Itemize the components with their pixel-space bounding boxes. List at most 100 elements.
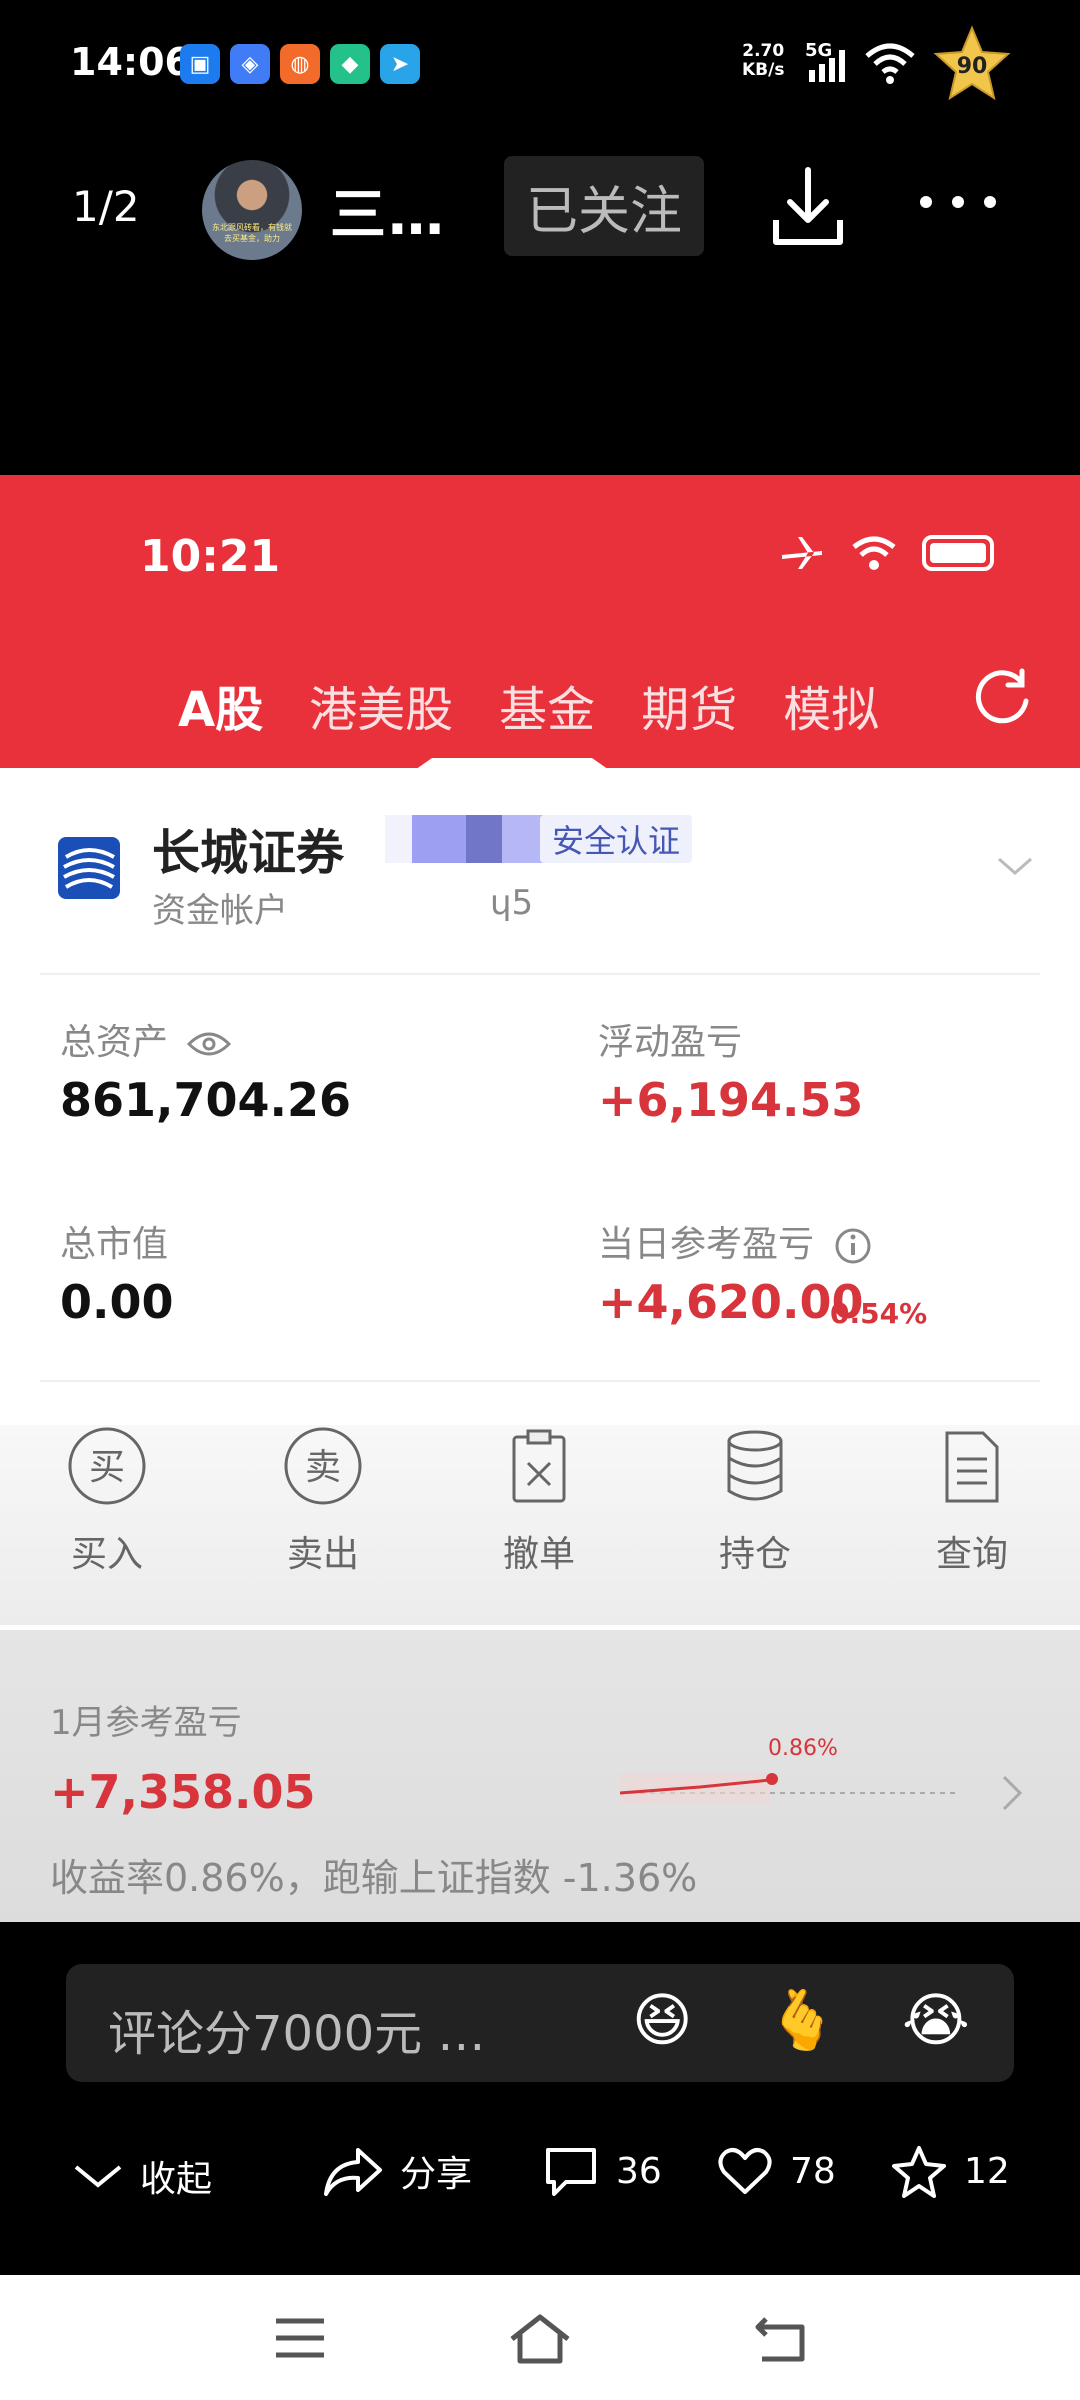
divider (40, 1380, 1040, 1382)
sell-icon: 卖 (284, 1427, 362, 1505)
share-label: 分享 (400, 2154, 473, 2195)
share-icon (324, 2148, 382, 2196)
inner-battery-icon (922, 535, 994, 571)
back-icon[interactable] (752, 2313, 810, 2369)
month-mini-chart: 0.86% (619, 1715, 960, 1819)
home-icon[interactable] (508, 2313, 572, 2369)
inner-wifi-icon (852, 536, 896, 570)
eye-icon (187, 1032, 232, 1056)
inner-status-icons (778, 533, 994, 573)
account-label: 资金帐户 (152, 891, 288, 931)
app-icon-telegram: ➤ (380, 44, 420, 84)
battery-level: 90 (956, 54, 988, 79)
chevron-down-icon[interactable] (995, 855, 1035, 883)
total-assets-label: 总资产 (60, 1013, 232, 1065)
chart-endpoint (766, 1773, 778, 1785)
market-tabs: A股 港美股 基金 期货 模拟 (178, 670, 879, 740)
username[interactable]: 三… (330, 170, 446, 251)
query-button[interactable]: 查询 (902, 1425, 1042, 1577)
comments-button[interactable]: 36 (542, 2144, 662, 2198)
tab-indicator (412, 758, 612, 772)
net-speed: 2.70 KB/s (742, 42, 784, 80)
status-bar: 14:06 ▣ ◈ ◍ ◆ ➤ 2.70 KB/s 5G 90 (0, 0, 1080, 130)
chart-label: 0.86% (768, 1736, 838, 1761)
svg-text:卖: 卖 (305, 1447, 341, 1488)
tab-futures[interactable]: 期货 (641, 670, 737, 740)
app-icon-blue: ▣ (180, 44, 220, 84)
security-badge: 安全认证 (540, 815, 693, 863)
sell-label: 卖出 (286, 1534, 359, 1575)
wifi-icon (863, 40, 917, 90)
status-time: 14:06 (70, 40, 191, 84)
sell-button[interactable]: 卖 卖出 (253, 1425, 393, 1577)
avatar[interactable]: 东北跟风砖看，有钱就去买基金，助力 (202, 160, 302, 260)
broker-header: 10:21 A股 港美股 基金 期货 模拟 (0, 475, 1080, 772)
refresh-icon[interactable] (970, 665, 1034, 733)
tab-a-shares[interactable]: A股 (178, 670, 263, 740)
download-icon[interactable] (768, 162, 848, 256)
redacted-block (385, 815, 565, 863)
finger-heart-emoji-icon[interactable]: 🫰 (766, 1986, 838, 2055)
likes-count: 78 (790, 2150, 836, 2192)
tab-simulation[interactable]: 模拟 (783, 670, 879, 740)
buy-button[interactable]: 买 买入 (37, 1425, 177, 1577)
month-pl-label: 1月参考盈亏 (50, 1703, 242, 1743)
net-speed-unit: KB/s (742, 60, 785, 80)
holdings-icon (727, 1430, 783, 1501)
total-assets-value: 861,704.26 (60, 1073, 352, 1127)
favorite-button[interactable]: 12 (890, 2144, 1010, 2198)
collapse-button[interactable]: 收起 (72, 2150, 212, 2202)
share-button[interactable]: 分享 (322, 2144, 472, 2198)
app-icon-blue2: ◈ (230, 44, 270, 84)
cancel-order-button[interactable]: 撤单 (469, 1425, 609, 1577)
floating-pl-label: 浮动盈亏 (598, 1022, 743, 1063)
daily-pl-percent: 0.54% (830, 1297, 928, 1330)
broker-logo (58, 837, 120, 899)
crying-emoji-icon[interactable]: 😭 (902, 1986, 970, 2054)
avatar-caption: 东北跟风砖看，有钱就去买基金，助力 (212, 223, 292, 243)
inner-status-time: 10:21 (140, 531, 281, 582)
cancel-order-icon (512, 1429, 566, 1503)
airplane-icon (782, 537, 822, 569)
tab-funds[interactable]: 基金 (499, 670, 595, 740)
market-value-value: 0.00 (60, 1275, 174, 1329)
broker-name: 长城证券 (152, 825, 345, 881)
collapse-label: 收起 (140, 2159, 213, 2200)
month-pl-description: 收益率0.86%，跑输上证指数 -1.36% (50, 1856, 698, 1900)
heart-icon (718, 2148, 772, 2194)
favorites-count: 12 (964, 2150, 1010, 2192)
chevron-right-icon[interactable] (1000, 1773, 1024, 1817)
menu-icon[interactable] (272, 2313, 328, 2367)
star-icon (892, 2146, 946, 2198)
app-icon-orange: ◍ (280, 44, 320, 84)
query-label: 查询 (935, 1534, 1008, 1575)
info-icon (835, 1228, 871, 1264)
cancel-order-label: 撤单 (502, 1534, 575, 1575)
more-icon[interactable] (920, 196, 996, 208)
market-value-label: 总市值 (60, 1224, 169, 1265)
viewer-header: 1/2 东北跟风砖看，有钱就去买基金，助力 三… 已关注 (0, 140, 1080, 280)
follow-button[interactable]: 已关注 (504, 156, 704, 256)
buy-label: 买入 (70, 1534, 143, 1575)
laugh-emoji-icon[interactable]: 😆 (632, 1986, 692, 2054)
notification-icons: ▣ ◈ ◍ ◆ ➤ (180, 44, 420, 84)
query-icon (945, 1431, 999, 1503)
post-actions: 收起 分享 36 78 12 (0, 2130, 1080, 2230)
post-image[interactable]: 10:21 A股 港美股 基金 期货 模拟 长城证券 安全认证 资金帐户 ɥ5 … (0, 475, 1080, 1922)
comment-placeholder: 评论分7000元 … (108, 2006, 486, 2062)
signal-icon: 5G (805, 40, 857, 90)
trade-actions: 买 买入 卖 卖出 撤单 持仓 查询 (0, 1425, 1080, 1625)
tab-hk-us[interactable]: 港美股 (309, 670, 453, 740)
daily-pl-label: 当日参考盈亏 (598, 1215, 873, 1267)
holdings-button[interactable]: 持仓 (685, 1425, 825, 1577)
system-nav-bar (0, 2275, 1080, 2400)
svg-text:买: 买 (89, 1447, 125, 1488)
month-pl-value: +7,358.05 (50, 1765, 316, 1819)
holdings-label: 持仓 (718, 1534, 791, 1575)
comment-input[interactable]: 评论分7000元 … 😆 🫰 😭 (66, 1964, 1014, 2082)
floating-pl-value: +6,194.53 (598, 1073, 864, 1127)
like-button[interactable]: 78 (716, 2144, 836, 2198)
comments-count: 36 (616, 2150, 662, 2192)
buy-icon: 买 (68, 1427, 146, 1505)
daily-pl-value: +4,620.00 (598, 1275, 864, 1329)
